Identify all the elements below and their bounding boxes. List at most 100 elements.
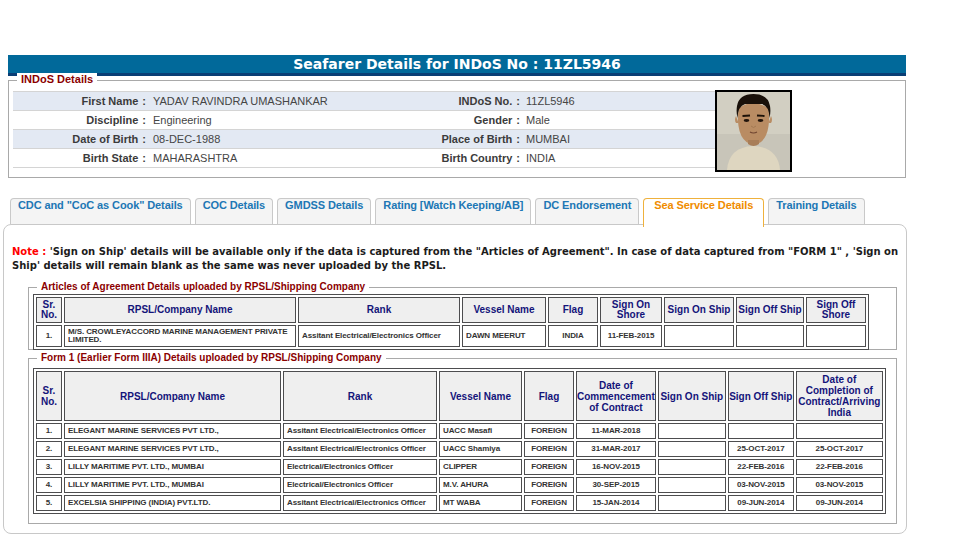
field-label: Discipline: bbox=[13, 114, 146, 126]
field-label: Place of Birth: bbox=[438, 133, 520, 145]
tab-content-panel: Note : 'Sign on Ship' details will be av… bbox=[3, 224, 907, 534]
field-label: Date of Birth: bbox=[13, 133, 146, 145]
agreement-table: Sr. No.RPSL/Company NameRankVessel NameF… bbox=[33, 294, 869, 350]
column-header: Sign Off Shore bbox=[806, 297, 866, 323]
cell: UACC Shamiya bbox=[439, 441, 522, 457]
field-value: 08-DEC-1988 bbox=[153, 133, 438, 145]
cell: Assitant Electrical/Electronics Officer bbox=[283, 495, 437, 511]
tab-rating-watch-keeping-ab[interactable]: Rating [Watch Keeping/AB] bbox=[375, 198, 531, 224]
column-header: Flag bbox=[524, 371, 574, 421]
cell: INDIA bbox=[548, 325, 598, 347]
cell: 4. bbox=[36, 477, 62, 493]
seafarer-photo bbox=[715, 90, 792, 172]
cell: 11-FEB-2015 bbox=[600, 325, 662, 347]
cell bbox=[796, 423, 883, 439]
cell: 25-OCT-2017 bbox=[796, 441, 883, 457]
cell bbox=[658, 423, 726, 439]
column-header: Sr. No. bbox=[36, 371, 62, 421]
indos-details-legend: INDoS Details bbox=[17, 73, 97, 85]
cell: 5. bbox=[36, 495, 62, 511]
tab-cdc-and-coc-as-cook-details[interactable]: CDC and "CoC as Cook" Details bbox=[10, 198, 191, 224]
field-label: Birth State: bbox=[13, 152, 146, 164]
cell: LILLY MARITIME PVT. LTD., MUMBAI bbox=[64, 459, 281, 475]
tab-coc-details[interactable]: COC Details bbox=[195, 198, 273, 224]
cell: 31-MAR-2017 bbox=[576, 441, 656, 457]
detail-row: First Name: YADAV RAVINDRA UMASHANKAR IN… bbox=[13, 91, 717, 111]
form1-legend: Form 1 (Earlier Form IIIA) Details uploa… bbox=[37, 352, 386, 363]
field-value: INDIA bbox=[526, 152, 717, 164]
cell: 30-SEP-2015 bbox=[576, 477, 656, 493]
cell: 16-NOV-2015 bbox=[576, 459, 656, 475]
cell: 3. bbox=[36, 459, 62, 475]
field-value: YADAV RAVINDRA UMASHANKAR bbox=[153, 95, 438, 107]
cell: 1. bbox=[36, 325, 62, 347]
column-header: Sr. No. bbox=[36, 297, 62, 323]
cell: Assitant Electrical/Electronics Officer bbox=[283, 441, 437, 457]
column-header: Sign On Ship bbox=[664, 297, 734, 323]
cell: 15-JAN-2014 bbox=[576, 495, 656, 511]
cell bbox=[736, 325, 804, 347]
cell: FOREIGN bbox=[524, 441, 574, 457]
column-header: Sign Off Ship bbox=[736, 297, 804, 323]
table-row: 3.LILLY MARITIME PVT. LTD., MUMBAIElectr… bbox=[36, 459, 883, 475]
tab-dc-endorsement[interactable]: DC Endorsement bbox=[535, 198, 639, 224]
cell: 2. bbox=[36, 441, 62, 457]
cell: MT WABA bbox=[439, 495, 522, 511]
column-header: Flag bbox=[548, 297, 598, 323]
cell: FOREIGN bbox=[524, 423, 574, 439]
table-row: 2.ELEGANT MARINE SERVICES PVT LTD.,Assit… bbox=[36, 441, 883, 457]
field-label: First Name: bbox=[13, 95, 146, 107]
cell: Electrical/Electronics Officer bbox=[283, 459, 437, 475]
cell: Electrical/Electronics Officer bbox=[283, 477, 437, 493]
tab-training-details[interactable]: Training Details bbox=[768, 198, 864, 224]
column-header: Vessel Name bbox=[439, 371, 522, 421]
cell: 09-JUN-2014 bbox=[796, 495, 883, 511]
agreement-legend: Articles of Agreement Details uploaded b… bbox=[37, 281, 369, 292]
detail-row: Birth State: MAHARASHTRA Birth Country: … bbox=[13, 149, 717, 168]
cell: EXCELSIA SHIPPING (INDIA) PVT.LTD. bbox=[64, 495, 281, 511]
cell: DAWN MEERUT bbox=[462, 325, 546, 347]
field-value: MAHARASHTRA bbox=[153, 152, 438, 164]
cell: 25-OCT-2017 bbox=[728, 441, 794, 457]
detail-row: Discipline: Engineering Gender: Male bbox=[13, 111, 717, 130]
cell: Assitant Electrical/Electronics Officer bbox=[298, 325, 460, 347]
cell: 22-FEB-2016 bbox=[796, 459, 883, 475]
cell: M.V. AHURA bbox=[439, 477, 522, 493]
cell: 11-MAR-2018 bbox=[576, 423, 656, 439]
field-value: MUMBAI bbox=[526, 133, 717, 145]
note: Note : 'Sign on Ship' details will be av… bbox=[12, 245, 907, 273]
column-header: Rank bbox=[298, 297, 460, 323]
cell bbox=[728, 423, 794, 439]
cell: FOREIGN bbox=[524, 495, 574, 511]
tab-sea-service-details[interactable]: Sea Service Details bbox=[643, 198, 764, 227]
column-header: Sign On Shore bbox=[600, 297, 662, 323]
cell bbox=[664, 325, 734, 347]
column-header: Rank bbox=[283, 371, 437, 421]
cell: ELEGANT MARINE SERVICES PVT LTD., bbox=[64, 441, 281, 457]
indos-details-grid: First Name: YADAV RAVINDRA UMASHANKAR IN… bbox=[13, 91, 717, 168]
cell: Assitant Electrical/Electronics Officer bbox=[283, 423, 437, 439]
agreement-fieldset: Articles of Agreement Details uploaded b… bbox=[28, 287, 897, 350]
cell bbox=[658, 441, 726, 457]
cell: 1. bbox=[36, 423, 62, 439]
tab-gmdss-details[interactable]: GMDSS Details bbox=[277, 198, 371, 224]
form1-fieldset: Form 1 (Earlier Form IIIA) Details uploa… bbox=[28, 358, 897, 524]
table-row: 4.LILLY MARITIME PVT. LTD., MUMBAIElectr… bbox=[36, 477, 883, 493]
field-label: INDoS No.: bbox=[438, 95, 520, 107]
form1-table: Sr. No.RPSL/Company NameRankVessel NameF… bbox=[33, 368, 886, 514]
indos-details-fieldset: INDoS Details First Name: YADAV RAVINDRA… bbox=[8, 80, 906, 178]
column-header: RPSL/Company Name bbox=[64, 297, 296, 323]
cell: FOREIGN bbox=[524, 477, 574, 493]
cell: UACC Masafi bbox=[439, 423, 522, 439]
field-value: Engineering bbox=[153, 114, 438, 126]
cell: 09-JUN-2014 bbox=[728, 495, 794, 511]
cell: FOREIGN bbox=[524, 459, 574, 475]
cell: 03-NOV-2015 bbox=[796, 477, 883, 493]
cell: CLIPPER bbox=[439, 459, 522, 475]
cell bbox=[806, 325, 866, 347]
field-value: 11ZL5946 bbox=[526, 95, 717, 107]
cell: ELEGANT MARINE SERVICES PVT LTD., bbox=[64, 423, 281, 439]
cell: 03-NOV-2015 bbox=[728, 477, 794, 493]
column-header: Date of Completion of Contract/Arriving … bbox=[796, 371, 883, 421]
field-label: Gender: bbox=[438, 114, 520, 126]
